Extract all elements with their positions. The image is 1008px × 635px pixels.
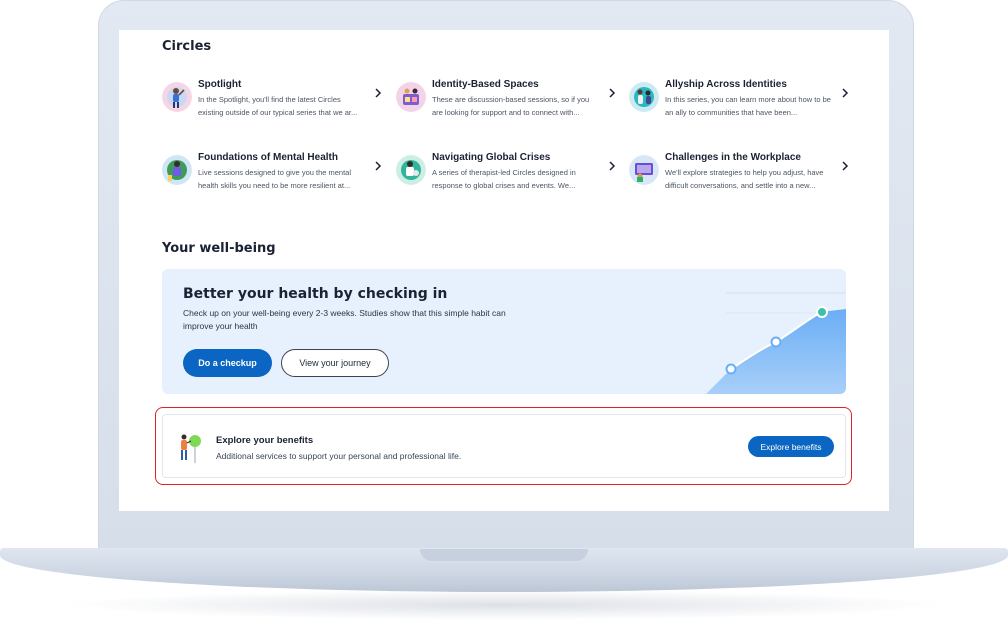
explore-benefits-button[interactable]: Explore benefits xyxy=(748,436,834,457)
circle-description: We'll explore strategies to help you adj… xyxy=(665,168,824,190)
circle-name: Spotlight xyxy=(198,79,242,90)
health-card-title: Better your health by checking in xyxy=(183,286,448,302)
do-checkup-button[interactable]: Do a checkup xyxy=(183,349,272,377)
identity-illustration-icon xyxy=(396,82,426,112)
chevron-right-icon xyxy=(606,87,618,99)
laptop-screen: Circles Spotlight In the Spotlight, you'… xyxy=(119,30,889,511)
chevron-right-icon xyxy=(372,160,384,172)
health-card-text: Check up on your well-being every 2-3 we… xyxy=(183,308,506,331)
benefits-title: Explore your benefits xyxy=(216,435,314,446)
circle-name: Allyship Across Identities xyxy=(665,79,787,90)
circle-description: In the Spotlight, you'll find the latest… xyxy=(198,95,358,117)
workplace-illustration-icon xyxy=(629,155,659,185)
benefits-card: Explore your benefits Additional service… xyxy=(162,414,846,478)
circle-description: A series of therapist-led Circles design… xyxy=(432,168,576,190)
health-checkin-card: Better your health by checking in Check … xyxy=(162,269,846,394)
circle-name: Challenges in the Workplace xyxy=(665,152,801,163)
laptop-shadow xyxy=(60,590,948,620)
circle-card-challenges-in-the-workplace[interactable]: Challenges in the Workplace We'll explor… xyxy=(629,152,851,199)
circles-section-title: Circles xyxy=(162,39,212,54)
allyship-illustration-icon xyxy=(629,82,659,112)
circle-card-identity-based-spaces[interactable]: Identity-Based Spaces These are discussi… xyxy=(396,79,618,126)
circle-description: In this series, you can learn more about… xyxy=(665,95,831,117)
global-crises-illustration-icon xyxy=(396,155,426,185)
chevron-right-icon xyxy=(839,160,851,172)
benefits-text: Additional services to support your pers… xyxy=(216,451,462,461)
wellbeing-trend-graphic xyxy=(706,292,846,394)
circle-name: Identity-Based Spaces xyxy=(432,79,539,90)
mental-health-illustration-icon xyxy=(162,155,192,185)
circle-card-allyship-across-identities[interactable]: Allyship Across Identities In this serie… xyxy=(629,79,851,126)
circle-card-spotlight[interactable]: Spotlight In the Spotlight, you'll find … xyxy=(162,79,384,126)
circle-name: Foundations of Mental Health xyxy=(198,152,338,163)
circle-description: These are discussion-based sessions, so … xyxy=(432,95,590,117)
chevron-right-icon xyxy=(606,160,618,172)
circle-card-foundations-of-mental-health[interactable]: Foundations of Mental Health Live sessio… xyxy=(162,152,384,199)
chevron-right-icon xyxy=(372,87,384,99)
spotlight-illustration-icon xyxy=(162,82,192,112)
benefits-illustration-icon xyxy=(175,429,207,465)
circle-name: Navigating Global Crises xyxy=(432,152,551,163)
circle-description: Live sessions designed to give you the m… xyxy=(198,168,352,190)
laptop-notch xyxy=(420,549,588,561)
circle-card-navigating-global-crises[interactable]: Navigating Global Crises A series of the… xyxy=(396,152,618,199)
view-journey-button[interactable]: View your journey xyxy=(281,349,389,377)
chevron-right-icon xyxy=(839,87,851,99)
wellbeing-section-title: Your well-being xyxy=(162,241,276,256)
